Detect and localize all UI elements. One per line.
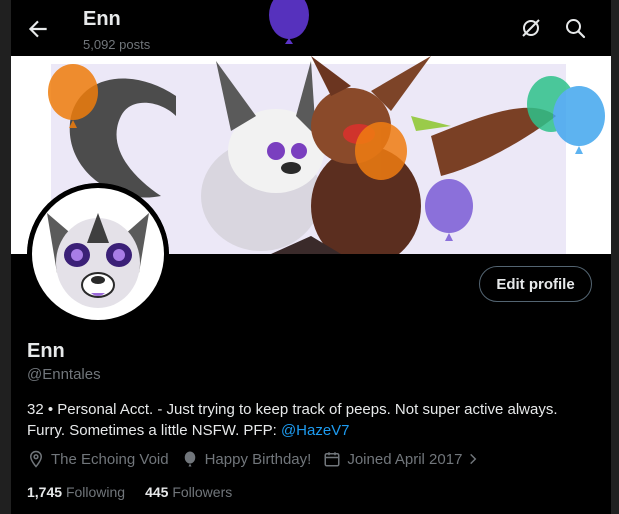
joined-text: Joined April 2017 (347, 450, 463, 468)
profile-panel: Enn 5,092 posts Edit profile Enn @Enntal… (11, 0, 611, 514)
arrow-left-icon[interactable] (25, 16, 51, 42)
balloon-decoration (269, 0, 309, 44)
user-handle: @Enntales (27, 366, 101, 383)
followers-count: 445 (145, 484, 169, 500)
avatar-image (27, 183, 169, 325)
followers-link[interactable]: 445 Followers (145, 484, 232, 500)
calendar-icon (324, 452, 340, 467)
search-icon[interactable] (563, 16, 587, 40)
avatar[interactable] (27, 183, 169, 325)
location-text: The Echoing Void (51, 450, 169, 468)
bio-mention-link[interactable]: @HazeV7 (281, 422, 350, 439)
location-pin-icon (29, 450, 43, 468)
post-count: 5,092 posts (83, 37, 151, 52)
display-name: Enn (27, 340, 65, 362)
birthday-item: Happy Birthday! (181, 450, 312, 468)
edit-profile-button[interactable]: Edit profile (479, 266, 592, 302)
hide-balloons-icon[interactable] (519, 16, 543, 40)
followers-label: Followers (172, 484, 233, 500)
following-link[interactable]: 1,745 Following (27, 484, 125, 500)
following-label: Following (65, 484, 126, 500)
location-item: The Echoing Void (27, 450, 169, 468)
header-title: Enn (83, 8, 121, 30)
bio: 32 • Personal Acct. - Just trying to kee… (27, 399, 597, 441)
balloon-icon (184, 451, 195, 467)
follow-stats: 1,745 Following 445 Followers (27, 484, 252, 500)
joined-item[interactable]: Joined April 2017 (323, 450, 480, 468)
birthday-text: Happy Birthday! (204, 450, 312, 468)
profile-meta: The Echoing Void Happy Birthday! Joined … (27, 450, 492, 468)
following-count: 1,745 (27, 484, 63, 500)
chevron-right-icon (470, 453, 477, 465)
